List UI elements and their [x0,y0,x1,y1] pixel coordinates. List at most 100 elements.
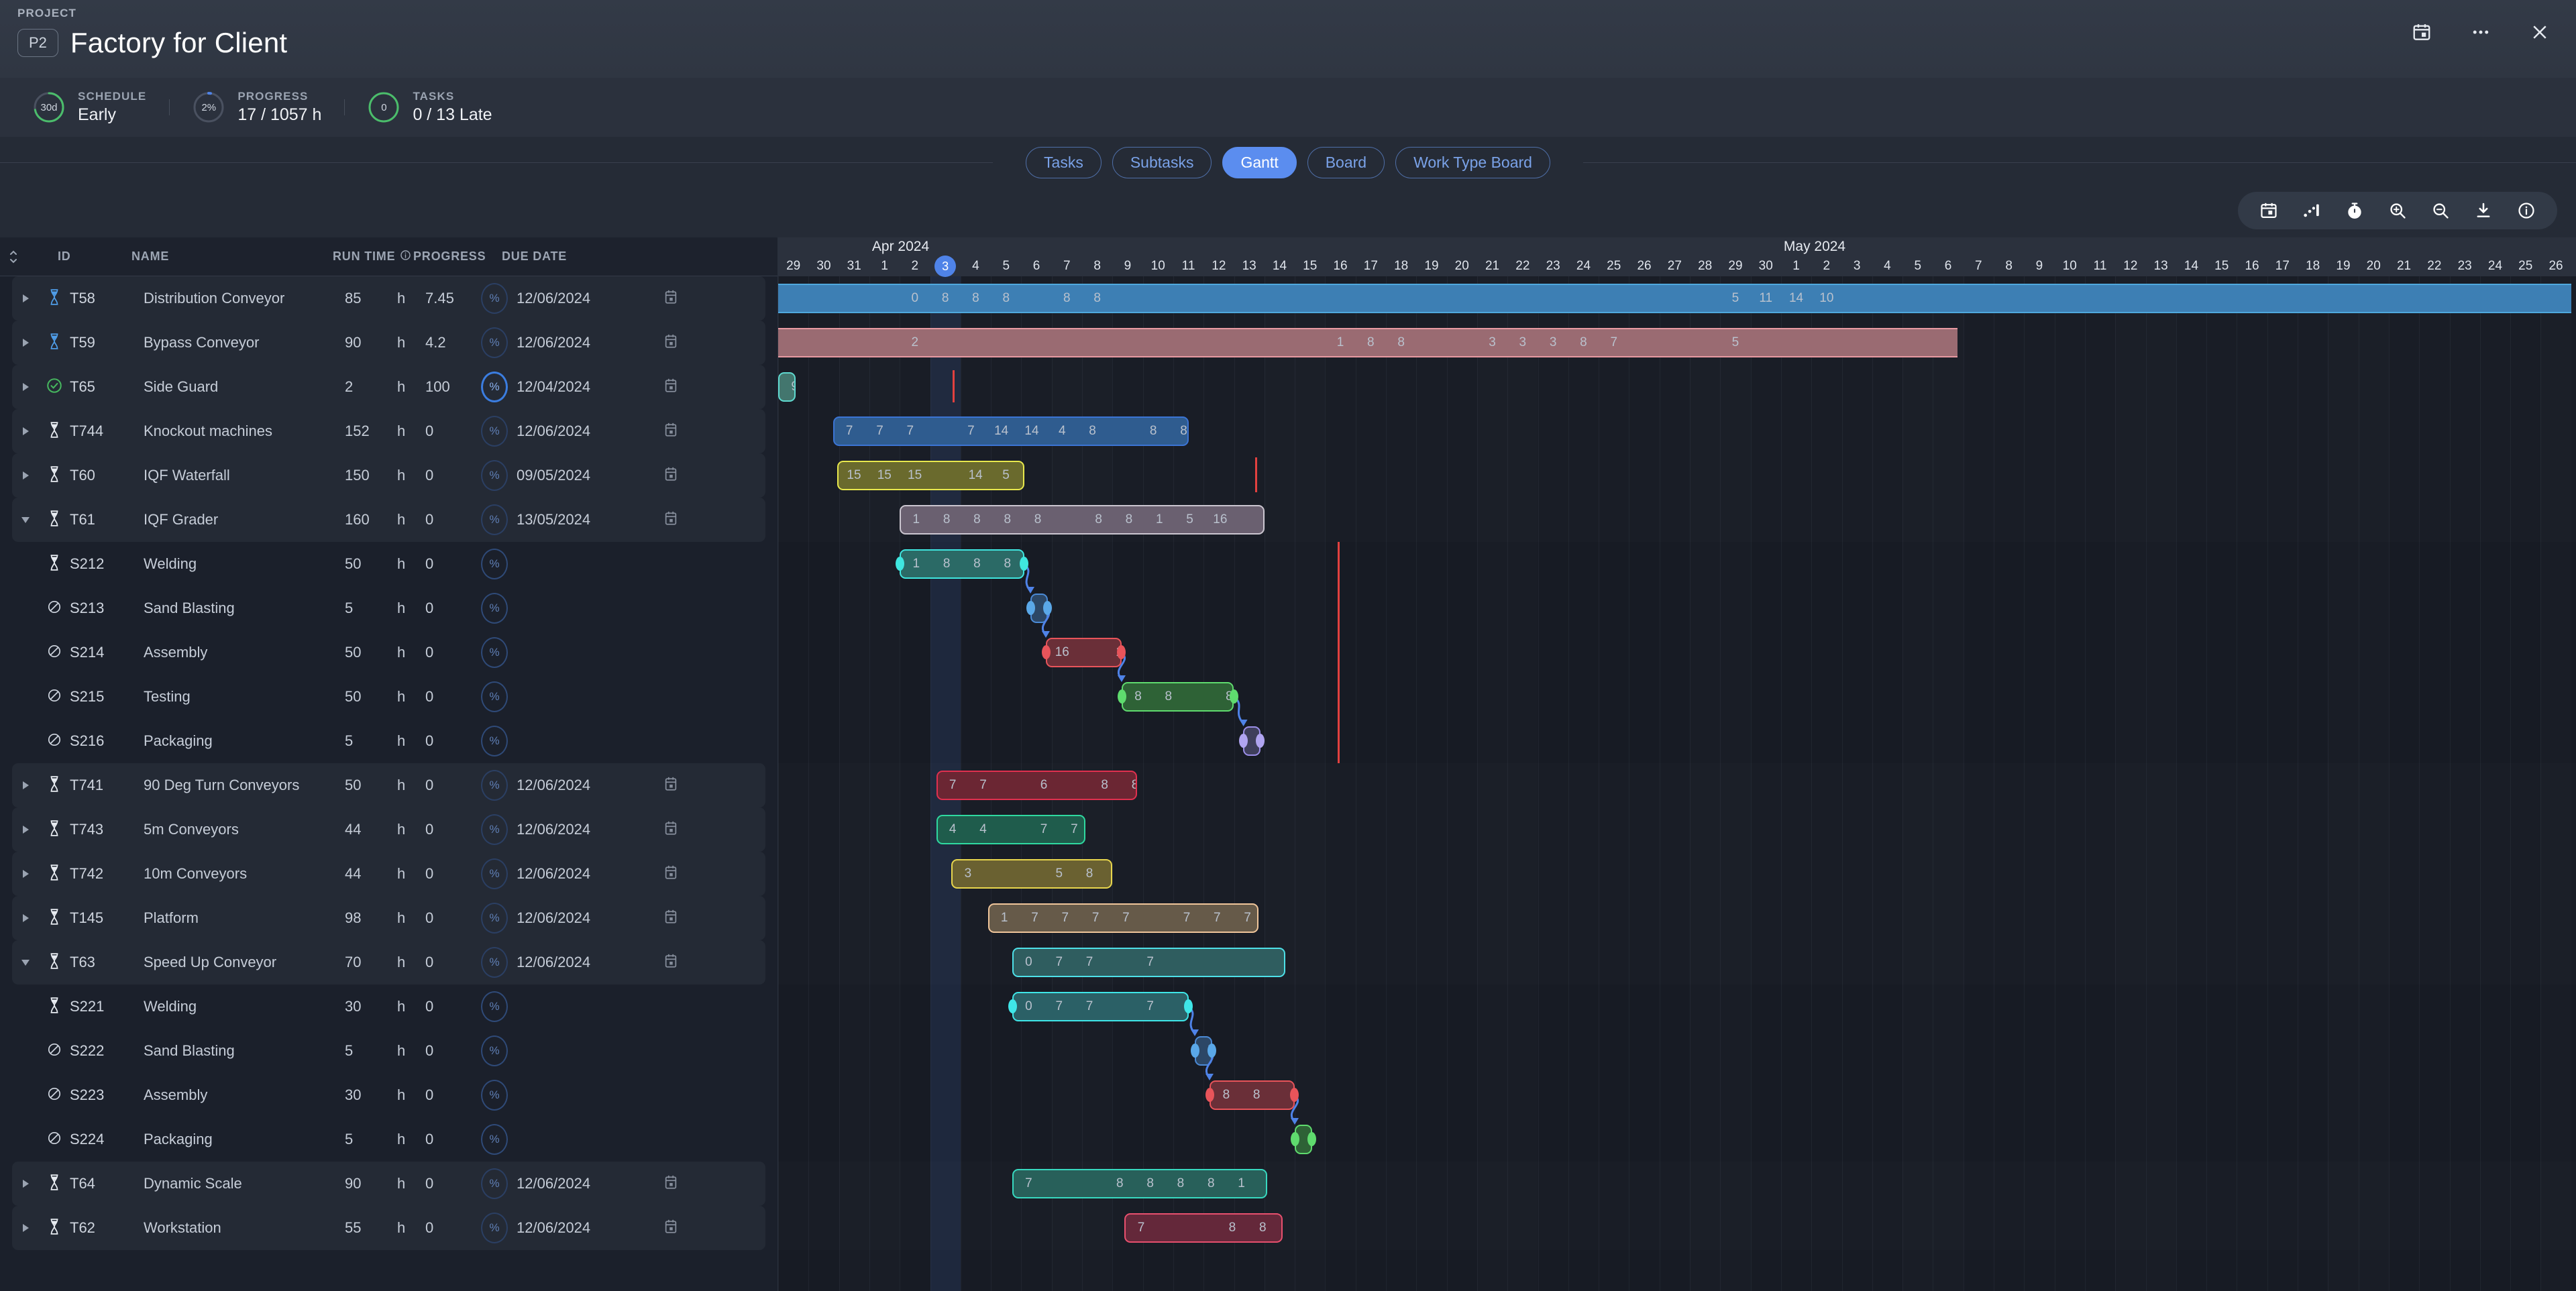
dependency-handle-end[interactable] [1043,601,1052,615]
chevron-down-icon[interactable] [21,960,30,966]
dependency-handle-end[interactable] [1117,645,1126,659]
row-run-time[interactable]: 50 [345,644,397,661]
progress-percent-ring[interactable]: % [472,1213,517,1243]
table-row[interactable]: T62Workstation55h0%12/06/2024 [12,1206,765,1250]
dependency-handle-end[interactable] [1256,734,1265,748]
dependency-handle-end[interactable] [1184,999,1193,1013]
gantt-bar[interactable]: 788881555 [1124,1213,1283,1243]
row-name[interactable]: IQF Grader [144,511,345,528]
row-due-date[interactable]: 12/06/2024 [517,334,651,351]
row-run-time[interactable]: 70 [345,954,397,971]
row-progress[interactable]: 0 [425,732,472,750]
progress-percent-ring[interactable]: % [472,726,517,756]
header-progress[interactable]: PROGRESS [413,249,502,264]
row-calendar-cell[interactable] [651,953,691,972]
table-row[interactable]: S216Packaging5h0% [12,719,765,763]
row-run-time[interactable]: 5 [345,1131,397,1148]
chevron-right-icon[interactable] [23,294,29,302]
header-run-time[interactable]: RUN TIME [333,249,413,264]
progress-percent-ring[interactable]: % [472,504,517,535]
expand-toggle[interactable] [12,471,39,480]
row-run-time[interactable]: 5 [345,600,397,617]
table-row[interactable]: S212Welding50h0% [12,542,765,586]
row-progress[interactable]: 0 [425,1175,472,1192]
row-progress[interactable]: 0 [425,998,472,1015]
zoom-in-icon[interactable] [2379,195,2416,226]
row-progress[interactable]: 4.2 [425,334,472,351]
chevron-right-icon[interactable] [23,1224,29,1232]
row-name[interactable]: Sand Blasting [144,1042,345,1060]
gantt-bar[interactable]: 1777777777772585 [988,903,1258,933]
info-icon[interactable] [2508,195,2545,226]
expand-toggle[interactable] [12,870,39,878]
dependency-handle-start[interactable] [1239,734,1248,748]
expand-toggle[interactable] [12,960,39,966]
row-name[interactable]: 10m Conveyors [144,865,345,883]
due-date-calendar-icon[interactable] [663,776,678,795]
row-calendar-cell[interactable] [651,1219,691,1238]
progress-percent-ring[interactable]: % [472,814,517,845]
table-row[interactable]: T145Platform98h0%12/06/2024 [12,896,765,940]
dependency-handle-start[interactable] [1291,1132,1299,1146]
row-due-date[interactable]: 12/06/2024 [517,423,651,440]
chevron-right-icon[interactable] [23,383,29,391]
row-progress[interactable]: 0 [425,954,472,971]
row-due-date[interactable]: 12/06/2024 [517,1175,651,1192]
row-run-time[interactable]: 85 [345,290,397,307]
progress-percent-ring[interactable]: % [472,593,517,624]
table-row[interactable]: S213Sand Blasting5h0% [12,586,765,630]
table-row[interactable]: T744Knockout machines152h0%12/06/2024 [12,409,765,453]
row-progress[interactable]: 0 [425,555,472,573]
dependency-icon[interactable] [2293,195,2330,226]
due-date-calendar-icon[interactable] [663,333,678,353]
row-due-date[interactable]: 13/05/2024 [517,511,651,528]
row-name[interactable]: Side Guard [144,378,345,396]
table-row[interactable]: S214Assembly50h0% [12,630,765,675]
row-run-time[interactable]: 44 [345,865,397,883]
table-row[interactable]: S222Sand Blasting5h0% [12,1029,765,1073]
due-date-calendar-icon[interactable] [663,953,678,972]
row-progress[interactable]: 0 [425,777,472,794]
progress-percent-ring[interactable]: % [472,549,517,579]
more-options-icon[interactable] [2467,19,2494,46]
progress-percent-ring[interactable]: % [472,416,517,447]
row-name[interactable]: 5m Conveyors [144,821,345,838]
row-run-time[interactable]: 30 [345,1086,397,1104]
expand-toggle[interactable] [12,781,39,789]
expand-toggle[interactable] [12,914,39,922]
tab-tasks[interactable]: Tasks [1026,147,1102,178]
gantt-bar[interactable]: 1616162 [1046,638,1122,667]
table-row[interactable]: T60IQF Waterfall150h0%09/05/2024 [12,453,765,498]
dependency-handle-end[interactable] [1208,1044,1216,1058]
gantt-bar[interactable]: 7888815888885 [1012,1169,1268,1198]
row-run-time[interactable]: 150 [345,467,397,484]
table-row[interactable]: T58Distribution Conveyor85h7.45%12/06/20… [12,276,765,321]
dependency-handle-start[interactable] [1191,1044,1199,1058]
dependency-handle-end[interactable] [1307,1132,1316,1146]
row-name[interactable]: Testing [144,688,345,706]
row-name[interactable]: Packaging [144,732,345,750]
row-run-time[interactable]: 90 [345,1175,397,1192]
table-row[interactable]: T59Bypass Conveyor90h4.2%12/06/2024 [12,321,765,365]
progress-percent-ring[interactable]: % [472,637,517,668]
row-progress[interactable]: 100 [425,378,472,396]
row-name[interactable]: Bypass Conveyor [144,334,345,351]
gantt-bar[interactable]: 44772884 [936,815,1085,844]
row-progress[interactable]: 0 [425,1131,472,1148]
table-row[interactable]: T74190 Deg Turn Conveyors50h0%12/06/2024 [12,763,765,807]
dependency-handle-start[interactable] [1008,999,1017,1013]
progress-percent-ring[interactable]: % [472,991,517,1022]
row-name[interactable]: Knockout machines [144,423,345,440]
chevron-down-icon[interactable] [21,517,30,523]
row-progress[interactable]: 0 [425,821,472,838]
gantt-bar[interactable]: 077762 [1012,992,1189,1021]
tab-board[interactable]: Board [1307,147,1385,178]
row-run-time[interactable]: 30 [345,998,397,1015]
row-run-time[interactable]: 55 [345,1219,397,1237]
gantt-canvas[interactable]: 0888885111410218833387597777141448888888… [778,276,2576,1291]
table-row[interactable]: S223Assembly30h0% [12,1073,765,1117]
row-due-date[interactable]: 12/06/2024 [517,909,651,927]
row-progress[interactable]: 0 [425,909,472,927]
row-due-date[interactable]: 12/06/2024 [517,777,651,794]
due-date-calendar-icon[interactable] [663,510,678,530]
